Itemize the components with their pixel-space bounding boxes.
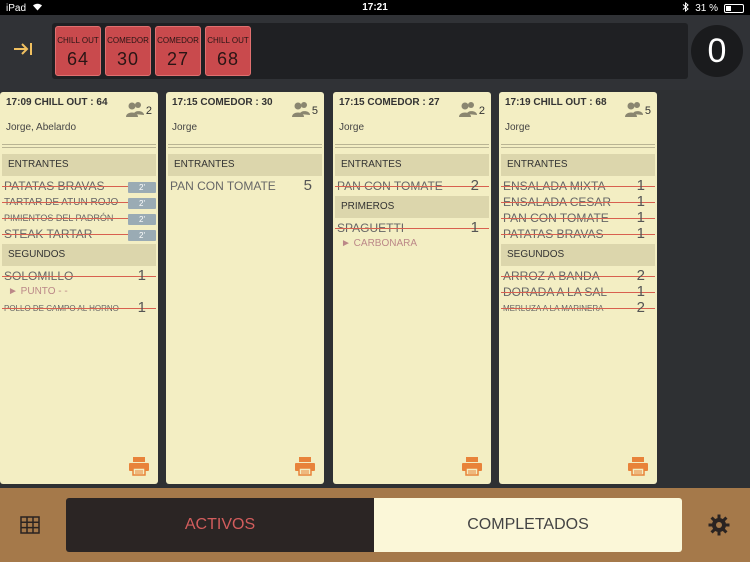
chip-number: 64 [66,49,90,69]
order-waiter: Jorge [172,122,198,133]
item-qty: 1 [636,225,645,242]
bottom-bar: ACTIVOS COMPLETADOS [0,488,750,562]
time-tag: 2' [128,198,156,209]
chip-label: COMEDOR [107,36,149,45]
time-tag: 2' [128,214,156,225]
divider [2,144,156,148]
bluetooth-icon [682,1,689,15]
order-waiter: Jorge, Abelardo [6,122,77,133]
chip-number: 30 [116,49,140,69]
divider [168,144,322,148]
order-card[interactable]: 17:15 COMEDOR : 30 Jorge 5 ENTRANTES PAN… [166,92,324,484]
header: CHILL OUT 64 COMEDOR 30 COMEDOR 27 CHILL… [0,15,750,90]
item-qty: 1 [636,193,645,210]
guest-count: 2 [125,101,152,117]
status-segmented-control: ACTIVOS COMPLETADOS [66,498,682,552]
order-item[interactable]: POLLO DE CAMPO AL HORNO 1 [0,299,158,316]
order-item[interactable]: TARTAR DE ATUN ROJO 2' [0,194,158,210]
order-item[interactable]: SPAGUETTI 1 [333,219,491,236]
ticket-chip[interactable]: CHILL OUT 68 [205,26,251,76]
order-item[interactable]: MERLUZA A LA MARINERA 2 [499,299,657,316]
divider [501,144,655,148]
tab-activos[interactable]: ACTIVOS [66,498,374,552]
item-modifier: ► PUNTO - - [8,286,68,297]
chip-label: COMEDOR [157,36,199,45]
printer-icon[interactable] [128,456,150,476]
chip-label: CHILL OUT [57,36,99,45]
order-item[interactable]: PAN CON TOMATE 1 [499,209,657,226]
guests-icon [624,101,644,117]
status-bar: iPad 17:21 31 % [0,0,750,15]
battery-percent: 31 % [695,3,718,14]
item-name: PAN CON TOMATE [170,179,276,193]
course-section: ENTRANTES [2,154,156,176]
printer-icon[interactable] [461,456,483,476]
order-item[interactable]: PATATAS BRAVAS 2' [0,178,158,194]
pending-counter: 0 [691,25,743,77]
course-section: PRIMEROS [335,196,489,218]
divider [335,144,489,148]
time-tag: 2' [128,230,156,241]
item-qty: 2 [470,177,479,194]
course-section: SEGUNDOS [501,244,655,266]
battery-icon [724,4,744,13]
order-item[interactable]: ENSALADA CESAR 1 [499,193,657,210]
order-card[interactable]: 17:15 COMEDOR : 27 Jorge 2 ENTRANTES PAN… [333,92,491,484]
item-qty: 2 [636,299,645,316]
item-qty: 1 [636,283,645,300]
guests-icon [458,101,478,117]
order-waiter: Jorge [505,122,531,133]
item-qty: 1 [636,177,645,194]
order-card[interactable]: 17:19 CHILL OUT : 68 Jorge 5 ENTRANTES E… [499,92,657,484]
guest-count: 5 [291,101,318,117]
item-modifier: ► CARBONARA [341,238,418,249]
item-qty: 2 [636,267,645,284]
guest-number: 5 [311,105,318,117]
ticket-strip: CHILL OUT 64 COMEDOR 30 COMEDOR 27 CHILL… [52,23,688,79]
chip-number: 27 [166,49,190,69]
guest-count: 5 [624,101,651,117]
guest-number: 5 [644,105,651,117]
order-item[interactable]: PATATAS BRAVAS 1 [499,225,657,242]
printer-icon[interactable] [294,456,316,476]
item-qty: 1 [137,299,146,316]
item-qty: 1 [470,219,479,236]
clock: 17:21 [362,2,388,13]
guests-icon [291,101,311,117]
order-item[interactable]: PAN CON TOMATE 2 [333,177,491,194]
item-qty: 1 [636,209,645,226]
printer-icon[interactable] [627,456,649,476]
grid-icon[interactable] [20,516,40,534]
order-item[interactable]: SOLOMILLO 1 [0,267,158,284]
tab-completados[interactable]: COMPLETADOS [374,498,682,552]
order-card[interactable]: 17:09 CHILL OUT : 64 Jorge, Abelardo 2 E… [0,92,158,484]
guests-icon [125,101,145,117]
course-section: SEGUNDOS [2,244,156,266]
gear-icon[interactable] [708,514,730,536]
item-qty: 5 [303,177,312,194]
course-section: ENTRANTES [168,154,322,176]
orders-area: 17:09 CHILL OUT : 64 Jorge, Abelardo 2 E… [0,90,750,488]
ticket-chip[interactable]: COMEDOR 30 [105,26,151,76]
course-section: ENTRANTES [501,154,655,176]
course-section: ENTRANTES [335,154,489,176]
guest-number: 2 [478,105,485,117]
order-item[interactable]: ARROZ A BANDA 2 [499,267,657,284]
ticket-chip[interactable]: COMEDOR 27 [155,26,201,76]
chip-number: 68 [216,49,240,69]
guest-count: 2 [458,101,485,117]
guest-number: 2 [145,105,152,117]
order-item[interactable]: STEAK TARTAR 2' [0,226,158,242]
item-qty: 1 [137,267,146,284]
order-item[interactable]: PAN CON TOMATE 5 [166,177,324,194]
chip-label: CHILL OUT [207,36,249,45]
time-tag: 2' [128,182,156,193]
order-item[interactable]: DORADA A LA SAL 1 [499,283,657,300]
order-item[interactable]: PIMIENTOS DEL PADRÓN 2' [0,210,158,226]
order-waiter: Jorge [339,122,365,133]
order-item[interactable]: ENSALADA MIXTA 1 [499,177,657,194]
ticket-chip[interactable]: CHILL OUT 64 [55,26,101,76]
collapse-panel-icon[interactable] [10,40,36,62]
